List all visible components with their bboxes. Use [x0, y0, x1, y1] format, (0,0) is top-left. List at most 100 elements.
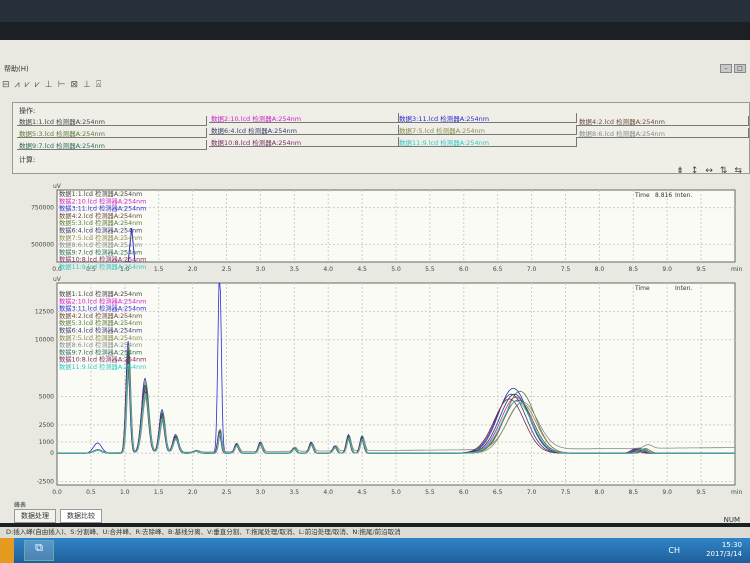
tray-language[interactable]: CH: [668, 546, 680, 555]
toolbar-tool-icon[interactable]: ⊢: [58, 80, 66, 90]
toolbar-tool-icon[interactable]: ⍓: [96, 80, 101, 90]
x-tick-label: 3.0: [256, 489, 266, 496]
legend-entry: 数据11:9.lcd 检测器A:254nm: [59, 362, 146, 371]
x-tick-label: 5.5: [425, 489, 435, 496]
toolbar-tool-icon[interactable]: ⩘: [15, 80, 20, 90]
x-axis-label: min: [731, 489, 743, 496]
dataset-field[interactable]: 数据3:11.lcd 检测器A:254nm: [397, 113, 577, 123]
x-tick-label: 2.5: [222, 266, 232, 273]
toolbar-tool-icon[interactable]: ⩗: [25, 80, 30, 90]
operations-panel: 操作: 数据1:1.lcd 检测器A:254nm 数据5:3.lcd 检测器A:2…: [12, 102, 750, 174]
x-tick-label: 7.5: [561, 266, 571, 273]
dataset-field[interactable]: 数据5:3.lcd 检测器A:254nm: [17, 128, 207, 138]
calc-label: 计算:: [19, 156, 36, 164]
x-tick-label: 2.5: [222, 489, 232, 496]
x-tick-label: 8.0: [595, 266, 605, 273]
x-tick-label: 6.0: [459, 266, 469, 273]
tab-data-compare[interactable]: 数据比较: [60, 509, 102, 523]
overview-chromatogram[interactable]: 0.0 0.5 1.0 1.5 2.0 2.5 3.0 3.5 4.0 4.5 5.0 5.5 6.0 6…: [0, 176, 750, 276]
x-tick-label: 8.5: [629, 266, 639, 273]
num-indicator: NUM: [723, 516, 740, 524]
dataset-field[interactable]: 数据10:8.lcd 检测器A:254nm: [209, 137, 399, 147]
dataset-field[interactable]: 数据8:6.lcd 检测器A:254nm: [577, 128, 749, 138]
legend-entry: 数据2:10.lcd 检测器A:254nm: [59, 296, 146, 305]
toolbar-tool-icon[interactable]: ⊠: [70, 80, 78, 90]
legend-entry: 数据8:6.lcd 检测器A:254nm: [59, 240, 142, 249]
window-titlebar: [0, 0, 750, 22]
x-tick-label: 5.5: [425, 266, 435, 273]
readout-inten-label: Inten.: [675, 285, 692, 292]
view-toolbar: ⇟ ↕ ↔ ⇅ ⇆: [676, 166, 742, 176]
x-tick-label: 3.0: [256, 266, 266, 273]
x-tick-label: 9.5: [696, 489, 706, 496]
x-tick-label: 2.0: [188, 489, 198, 496]
legend-entry: 数据1:1.lcd 检测器A:254nm: [59, 189, 142, 198]
readout-inten-label: Inten.: [675, 192, 692, 199]
y-tick-label: 750000: [31, 205, 54, 212]
view-zoom-icon[interactable]: ⇟: [676, 166, 684, 176]
x-tick-label: 8.5: [629, 489, 639, 496]
x-tick-label: 9.0: [662, 266, 672, 273]
y-tick-label: 12500: [35, 308, 54, 315]
x-tick-label: 4.5: [357, 266, 367, 273]
dataset-field[interactable]: 数据6:4.lcd 检测器A:254nm: [209, 125, 399, 135]
y-axis-label: uV: [53, 276, 62, 283]
dataset-field[interactable]: 数据1:1.lcd 检测器A:254nm: [17, 116, 207, 126]
y-axis-label: uV: [53, 183, 62, 190]
x-tick-label: 3.5: [290, 489, 300, 496]
x-tick-label: 4.5: [357, 489, 367, 496]
dataset-field[interactable]: 数据7:5.lcd 检测器A:254nm: [397, 125, 577, 135]
toolbar: ⊟ ⩘ ⩗ ⩗ ⊥ ⊢ ⊠ ⊥ ⍓: [2, 80, 101, 90]
dataset-field[interactable]: 数据9:7.lcd 检测器A:254nm: [17, 140, 207, 150]
start-button[interactable]: [0, 538, 14, 563]
legend-entry: 数据10:8.lcd 检测器A:254nm: [59, 255, 146, 264]
menu-help[interactable]: 帮助(H): [4, 64, 29, 74]
y-tick-label: -2500: [37, 479, 55, 486]
x-tick-label: 7.5: [561, 489, 571, 496]
x-tick-label: 8.0: [595, 489, 605, 496]
legend-entry: 数据6:4.lcd 检测器A:254nm: [59, 326, 142, 335]
x-tick-label: 7.0: [527, 266, 537, 273]
dataset-field[interactable]: 数据4:2.lcd 检测器A:254nm: [577, 116, 749, 126]
minimize-button[interactable]: –: [720, 64, 732, 73]
toolbar-tool-icon[interactable]: ⊥: [83, 80, 91, 90]
legend-entry: 数据5:3.lcd 检测器A:254nm: [59, 318, 142, 327]
x-tick-label: 9.0: [662, 489, 672, 496]
y-tick-label: 5000: [39, 393, 54, 400]
x-tick-label: 2.0: [188, 266, 198, 273]
taskbar-app-icon[interactable]: ⧉: [24, 540, 54, 561]
view-zoom-icon[interactable]: ↔: [705, 166, 713, 176]
y-tick-label: 10000: [35, 337, 54, 344]
legend-entry: 数据9:7.lcd 检测器A:254nm: [59, 247, 142, 256]
readout-time-label: Time: [634, 192, 650, 199]
clock-date: 2017/3/14: [706, 550, 742, 558]
legend-entry: 数据2:10.lcd 检测器A:254nm: [59, 196, 146, 205]
tab-data-processing[interactable]: 数据处理: [14, 509, 56, 523]
view-zoom-icon[interactable]: ↕: [691, 166, 699, 176]
restore-button[interactable]: □: [734, 64, 746, 73]
legend-entry: 数据4:2.lcd 检测器A:254nm: [59, 311, 142, 320]
x-tick-label: 4.0: [323, 489, 333, 496]
x-tick-label: 0.0: [52, 489, 62, 496]
toolbar-tool-icon[interactable]: ⊥: [45, 80, 53, 90]
toolbar-tool-icon[interactable]: ⩗: [35, 80, 40, 90]
dataset-field[interactable]: 数据2:10.lcd 检测器A:254nm: [209, 113, 399, 123]
peak-table-label: 峰表: [14, 502, 27, 509]
x-tick-label: 4.0: [323, 266, 333, 273]
x-tick-label: 1.5: [154, 266, 164, 273]
detail-chromatogram[interactable]: 0.0 0.5 1.0 1.5 2.0 2.5 3.0 3.5 4.0 4.5 5.0 5.5 6.0 6…: [0, 276, 750, 500]
y-tick-label: 500000: [31, 241, 54, 248]
dataset-field[interactable]: 数据11:9.lcd 检测器A:254nm: [397, 137, 577, 147]
status-bar: D:插入峰(自由插入)、S:分割峰、U:合并峰、R:去除峰、B:基线分离、V:垂…: [0, 527, 750, 538]
view-zoom-icon[interactable]: ⇅: [720, 166, 728, 176]
y-tick-label: 2500: [39, 422, 54, 429]
readout-time-value: 8.816: [655, 192, 672, 199]
legend-entry: 数据5:3.lcd 检测器A:254nm: [59, 218, 142, 227]
view-zoom-icon[interactable]: ⇆: [734, 166, 742, 176]
taskbar: ⧉ CH 15:30 2017/3/14: [0, 538, 750, 563]
y-tick-label: 0: [50, 450, 54, 457]
readout-time-label: Time: [634, 285, 650, 292]
toolbar-tool-icon[interactable]: ⊟: [2, 80, 10, 90]
legend-entry: 数据3:11.lcd 检测器A:254nm: [59, 204, 146, 213]
x-tick-label: 5.0: [391, 489, 401, 496]
